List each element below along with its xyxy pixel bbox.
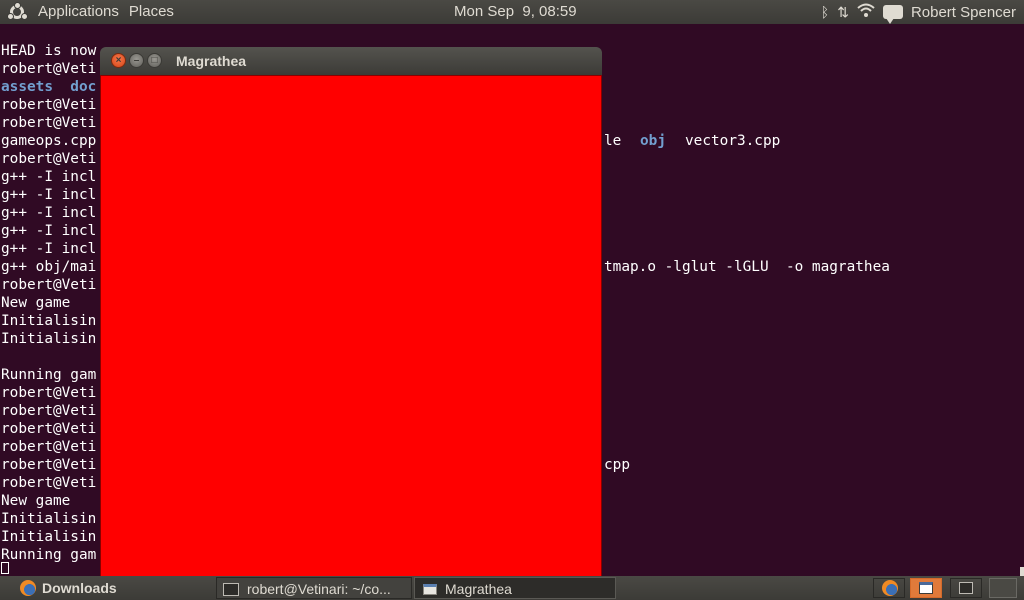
terminal-line: robert@Veti	[1, 97, 97, 113]
terminal-line: New game	[1, 493, 71, 509]
terminal-fragment: cpp	[604, 457, 630, 473]
terminal-line: robert@Veti	[1, 403, 97, 419]
game-canvas[interactable]	[100, 75, 602, 577]
user-name[interactable]: Robert Spencer	[911, 4, 1016, 21]
scroll-edge	[1020, 567, 1024, 576]
terminal-line: Initialisin	[1, 331, 97, 347]
magrathea-window[interactable]: × – □ Magrathea	[100, 47, 602, 577]
window-titlebar[interactable]: × – □ Magrathea	[100, 47, 602, 75]
terminal-line: g++ -I incl	[1, 187, 97, 203]
terminal-line: robert@Veti	[1, 457, 97, 473]
taskbar-item-label: Magrathea	[445, 581, 512, 597]
terminal-cursor	[1, 562, 9, 574]
terminal-fragment: vector3.cpp	[685, 133, 781, 149]
terminal-line: Running gam	[1, 547, 97, 563]
minimize-button[interactable]: –	[129, 53, 144, 68]
terminal-fragment: le	[604, 133, 622, 149]
window-icon	[423, 583, 437, 595]
terminal-icon	[223, 582, 239, 596]
places-menu[interactable]: Places	[125, 0, 178, 24]
terminal-line: g++ -I incl	[1, 169, 97, 185]
bottom-panel: Downloads robert@Vetinari: ~/co... Magra…	[0, 576, 1024, 600]
terminal-line: Initialisin	[1, 529, 97, 545]
ubuntu-logo-icon[interactable]	[7, 2, 28, 21]
bluetooth-icon[interactable]: ᛒ	[821, 4, 829, 20]
terminal-line: g++ -I incl	[1, 223, 97, 239]
terminal-line: Initialisin	[1, 511, 97, 527]
terminal-line: robert@Veti	[1, 475, 97, 491]
taskbar-item-downloads[interactable]: Downloads	[14, 577, 214, 599]
network-transfer-icon[interactable]: ⇅	[837, 4, 849, 21]
close-button[interactable]: ×	[111, 53, 126, 68]
workspace-firefox[interactable]	[873, 578, 905, 598]
terminal-line: assets doc	[1, 79, 97, 95]
close-icon: ×	[115, 55, 122, 66]
firefox-icon	[20, 580, 36, 597]
taskbar-item-label: Downloads	[42, 580, 117, 596]
terminal-line: g++ -I incl	[1, 205, 97, 221]
terminal-line: gameops.cpp	[1, 133, 97, 149]
terminal-line: g++ -I incl	[1, 241, 97, 257]
terminal-line: robert@Veti	[1, 115, 97, 131]
terminal-line: g++ obj/mai	[1, 259, 97, 275]
terminal-line: HEAD is now	[1, 43, 97, 59]
terminal-line: robert@Veti	[1, 61, 97, 77]
taskbar-item-label: robert@Vetinari: ~/co...	[247, 581, 391, 597]
terminal-line: New game	[1, 295, 71, 311]
minimize-icon: –	[133, 55, 140, 66]
taskbar-item-terminal[interactable]: robert@Vetinari: ~/co...	[216, 577, 412, 599]
clock[interactable]: Mon Sep 9, 08:59	[454, 0, 577, 24]
workspace-switcher-active[interactable]	[910, 578, 942, 598]
terminal-line: Initialisin	[1, 313, 97, 329]
indicator-area: ᛒ ⇅ Robert Spencer	[821, 0, 1024, 24]
terminal-line: robert@Veti	[1, 277, 97, 293]
workspace-empty[interactable]	[989, 578, 1017, 598]
window-title: Magrathea	[176, 53, 247, 69]
firefox-icon	[882, 580, 898, 596]
terminal-line: robert@Veti	[1, 421, 97, 437]
top-panel: Applications Places Mon Sep 9, 08:59 ᛒ ⇅…	[0, 0, 1024, 24]
terminal-line: robert@Veti	[1, 151, 97, 167]
maximize-icon: □	[151, 55, 158, 66]
terminal-line: Running gam	[1, 367, 97, 383]
wifi-icon[interactable]	[857, 3, 875, 21]
window-icon	[919, 582, 933, 594]
terminal-line: robert@Veti	[1, 385, 97, 401]
messaging-icon[interactable]	[882, 5, 903, 24]
maximize-button[interactable]: □	[147, 53, 162, 68]
terminal-fragment: tmap.o -lglut -lGLU -o magrathea	[604, 259, 890, 275]
terminal-fragment-dir: obj	[640, 133, 666, 149]
applications-menu[interactable]: Applications	[34, 0, 123, 24]
workspace-terminal[interactable]	[950, 578, 982, 598]
terminal-icon	[959, 582, 973, 594]
terminal-line: robert@Veti	[1, 439, 97, 455]
taskbar-item-magrathea[interactable]: Magrathea	[414, 577, 616, 599]
